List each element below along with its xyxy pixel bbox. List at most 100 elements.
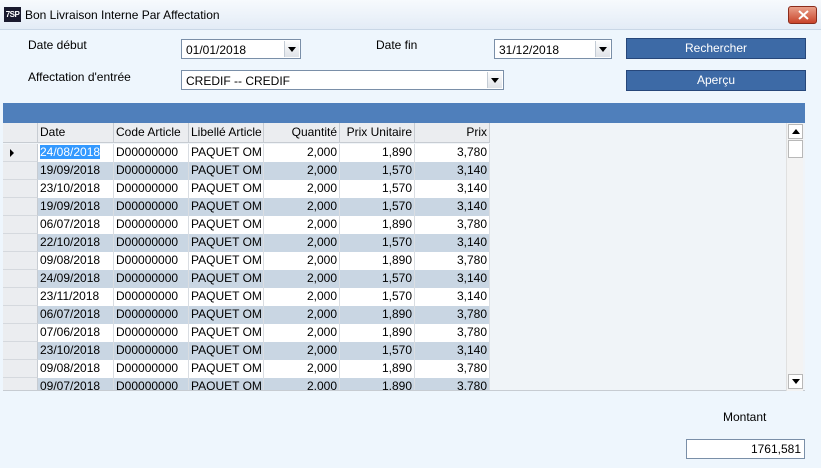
table-row[interactable]: 19/09/2018 D00000000 PAQUET OM 2,000 1,570 3,… (3, 198, 490, 216)
cell-prix-unitaire[interactable]: 1,570 (340, 162, 415, 180)
cell-date[interactable]: 23/11/2018 (38, 288, 114, 306)
cell-libelle-article[interactable]: PAQUET OM (189, 324, 264, 342)
row-selector[interactable] (3, 252, 38, 270)
cell-code-article[interactable]: D00000000 (114, 234, 189, 252)
column-header-quantite[interactable]: Quantité (264, 123, 340, 143)
cell-quantite[interactable]: 2,000 (264, 234, 340, 252)
cell-prix[interactable]: 3,780 (415, 216, 490, 234)
table-row[interactable]: 07/06/2018 D00000000 PAQUET OM 2,000 1,890 3,… (3, 324, 490, 342)
table-row[interactable]: 09/08/2018 D00000000 PAQUET OM 2,000 1,890 3,… (3, 360, 490, 378)
cell-quantite[interactable]: 2,000 (264, 324, 340, 342)
cell-code-article[interactable]: D00000000 (114, 324, 189, 342)
cell-libelle-article[interactable]: PAQUET OM (189, 216, 264, 234)
row-selector[interactable] (3, 270, 38, 288)
cell-libelle-article[interactable]: PAQUET OM (189, 234, 264, 252)
scroll-down-icon[interactable] (788, 374, 803, 389)
cell-date[interactable]: 19/09/2018 (38, 162, 114, 180)
cell-prix[interactable]: 3,140 (415, 198, 490, 216)
row-selector[interactable] (3, 234, 38, 252)
cell-prix-unitaire[interactable]: 1,890 (340, 216, 415, 234)
cell-libelle-article[interactable]: PAQUET OM (189, 144, 264, 162)
cell-date[interactable]: 19/09/2018 (38, 198, 114, 216)
row-selector[interactable] (3, 324, 38, 342)
cell-code-article[interactable]: D00000000 (114, 306, 189, 324)
cell-date[interactable]: 23/10/2018 (38, 180, 114, 198)
column-header-libelle-article[interactable]: Libellé Article (189, 123, 264, 143)
cell-prix-unitaire[interactable]: 1,570 (340, 342, 415, 360)
cell-code-article[interactable]: D00000000 (114, 144, 189, 162)
cell-libelle-article[interactable]: PAQUET OM (189, 270, 264, 288)
table-row[interactable]: 23/10/2018 D00000000 PAQUET OM 2,000 1,570 3,… (3, 180, 490, 198)
chevron-down-icon[interactable] (284, 41, 299, 57)
close-button[interactable] (788, 6, 817, 24)
cell-prix-unitaire[interactable]: 1,890 (340, 324, 415, 342)
cell-quantite[interactable]: 2,000 (264, 288, 340, 306)
cell-code-article[interactable]: D00000000 (114, 270, 189, 288)
cell-libelle-article[interactable]: PAQUET OM (189, 252, 264, 270)
table-row[interactable]: 24/08/2018 D00000000 PAQUET OM 2,000 1,890 3,… (3, 144, 490, 162)
cell-code-article[interactable]: D00000000 (114, 252, 189, 270)
cell-libelle-article[interactable]: PAQUET OM (189, 306, 264, 324)
cell-prix-unitaire[interactable]: 1,570 (340, 180, 415, 198)
cell-date[interactable]: 09/08/2018 (38, 360, 114, 378)
cell-prix[interactable]: 3,140 (415, 270, 490, 288)
cell-quantite[interactable]: 2,000 (264, 342, 340, 360)
cell-prix-unitaire[interactable]: 1,890 (340, 360, 415, 378)
cell-code-article[interactable]: D00000000 (114, 342, 189, 360)
cell-date[interactable]: 06/07/2018 (38, 216, 114, 234)
date-fin-picker[interactable]: 31/12/2018 (494, 39, 612, 59)
cell-date[interactable]: 07/06/2018 (38, 324, 114, 342)
column-header-prix[interactable]: Prix (415, 123, 490, 143)
cell-prix[interactable]: 3,780 (415, 252, 490, 270)
cell-quantite[interactable]: 2,000 (264, 198, 340, 216)
scroll-up-icon[interactable] (788, 124, 803, 139)
cell-date[interactable]: 23/10/2018 (38, 342, 114, 360)
cell-quantite[interactable]: 2,000 (264, 180, 340, 198)
column-header-date[interactable]: Date (38, 123, 114, 143)
cell-date[interactable]: 09/07/2018 (38, 378, 114, 390)
cell-prix[interactable]: 3,780 (415, 306, 490, 324)
row-selector[interactable] (3, 378, 38, 390)
cell-code-article[interactable]: D00000000 (114, 288, 189, 306)
cell-prix[interactable]: 3,780 (415, 360, 490, 378)
table-row[interactable]: 22/10/2018 D00000000 PAQUET OM 2,000 1,570 3,… (3, 234, 490, 252)
cell-prix-unitaire[interactable]: 1,890 (340, 144, 415, 162)
data-grid[interactable]: Date Code Article Libellé Article Quanti… (3, 123, 805, 391)
cell-quantite[interactable]: 2,000 (264, 216, 340, 234)
cell-prix[interactable]: 3,780 (415, 378, 490, 390)
cell-quantite[interactable]: 2,000 (264, 162, 340, 180)
chevron-down-icon[interactable] (595, 41, 610, 57)
cell-prix-unitaire[interactable]: 1,570 (340, 234, 415, 252)
cell-libelle-article[interactable]: PAQUET OM (189, 198, 264, 216)
column-header-code-article[interactable]: Code Article (114, 123, 189, 143)
table-row[interactable]: 06/07/2018 D00000000 PAQUET OM 2,000 1,890 3,… (3, 306, 490, 324)
cell-prix-unitaire[interactable]: 1,570 (340, 270, 415, 288)
row-selector[interactable] (3, 180, 38, 198)
cell-prix[interactable]: 3,780 (415, 144, 490, 162)
cell-prix-unitaire[interactable]: 1,890 (340, 252, 415, 270)
row-selector[interactable] (3, 342, 38, 360)
table-row[interactable]: 09/07/2018 D00000000 PAQUET OM 2,000 1,890 3,… (3, 378, 490, 390)
row-selector[interactable] (3, 288, 38, 306)
cell-prix-unitaire[interactable]: 1,890 (340, 378, 415, 390)
cell-libelle-article[interactable]: PAQUET OM (189, 180, 264, 198)
chevron-down-icon[interactable] (487, 72, 502, 88)
cell-libelle-article[interactable]: PAQUET OM (189, 162, 264, 180)
cell-code-article[interactable]: D00000000 (114, 180, 189, 198)
cell-code-article[interactable]: D00000000 (114, 378, 189, 390)
table-row[interactable]: 06/07/2018 D00000000 PAQUET OM 2,000 1,890 3,… (3, 216, 490, 234)
cell-quantite[interactable]: 2,000 (264, 360, 340, 378)
cell-code-article[interactable]: D00000000 (114, 162, 189, 180)
cell-prix[interactable]: 3,140 (415, 234, 490, 252)
cell-prix-unitaire[interactable]: 1,890 (340, 306, 415, 324)
cell-prix[interactable]: 3,140 (415, 162, 490, 180)
cell-libelle-article[interactable]: PAQUET OM (189, 378, 264, 390)
row-selector[interactable] (3, 162, 38, 180)
cell-prix-unitaire[interactable]: 1,570 (340, 198, 415, 216)
apercu-button[interactable]: Aperçu (626, 70, 806, 91)
cell-code-article[interactable]: D00000000 (114, 360, 189, 378)
column-header-prix-unitaire[interactable]: Prix Unitaire (340, 123, 415, 143)
cell-code-article[interactable]: D00000000 (114, 216, 189, 234)
table-row[interactable]: 09/08/2018 D00000000 PAQUET OM 2,000 1,890 3,… (3, 252, 490, 270)
date-debut-picker[interactable]: 01/01/2018 (181, 39, 301, 59)
